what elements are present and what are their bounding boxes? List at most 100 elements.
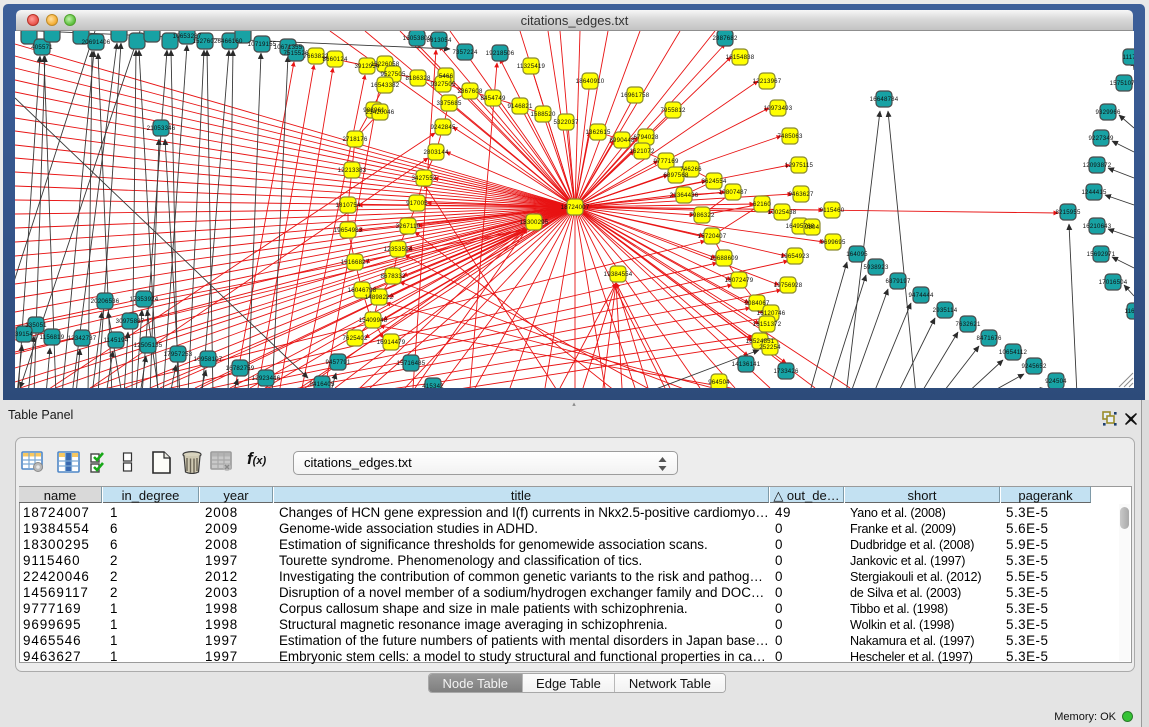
svg-text:18072479: 18072479 (725, 277, 754, 284)
svg-text:405571: 405571 (31, 44, 53, 51)
svg-text:39154: 39154 (15, 331, 33, 338)
svg-text:20691406: 20691406 (82, 39, 111, 46)
svg-text:18640910: 18640910 (576, 78, 605, 85)
svg-text:9115460: 9115460 (820, 207, 845, 214)
svg-text:9463627: 9463627 (788, 191, 814, 198)
svg-text:9777169: 9777169 (653, 158, 679, 165)
svg-text:8215955: 8215955 (1055, 209, 1081, 216)
svg-text:12353594: 12353594 (384, 246, 413, 253)
svg-text:16210643: 16210643 (1083, 223, 1112, 230)
svg-text:16914479: 16914479 (377, 339, 406, 346)
svg-text:14898222: 14898222 (365, 294, 394, 301)
svg-text:8678332: 8678332 (380, 273, 406, 280)
svg-text:62160: 62160 (753, 201, 771, 208)
svg-text:924504: 924504 (1045, 378, 1067, 385)
svg-text:15716485: 15716485 (397, 360, 426, 367)
svg-text:9084067: 9084067 (744, 300, 770, 307)
svg-text:17957253: 17957253 (164, 351, 193, 358)
svg-text:8660124: 8660124 (322, 56, 348, 63)
svg-text:10025438: 10025438 (768, 209, 797, 216)
svg-text:10958107: 10958107 (194, 356, 223, 363)
svg-text:11174: 11174 (1122, 54, 1134, 61)
svg-text:20206536: 20206536 (91, 298, 120, 305)
svg-text:18724007: 18724007 (561, 204, 590, 211)
svg-text:7625402: 7625402 (342, 335, 368, 342)
svg-text:1621072: 1621072 (629, 148, 655, 155)
svg-text:21053346: 21053346 (147, 125, 176, 132)
svg-text:9416405: 9416405 (309, 381, 335, 388)
svg-text:415342: 415342 (422, 383, 444, 388)
svg-text:19384554: 19384554 (604, 271, 633, 278)
svg-text:9474444: 9474444 (908, 292, 934, 299)
svg-text:10973493: 10973493 (764, 105, 793, 112)
svg-text:19654923: 19654923 (781, 253, 810, 260)
svg-text:5938923: 5938923 (863, 264, 889, 271)
svg-text:19218506: 19218506 (486, 50, 515, 57)
svg-text:16046798: 16046798 (348, 287, 377, 294)
svg-text:9527505: 9527505 (380, 71, 406, 78)
svg-text:17016504: 17016504 (1099, 279, 1128, 286)
svg-text:14136141: 14136141 (732, 361, 761, 368)
svg-text:21364436: 21364436 (670, 192, 699, 199)
svg-text:335051: 335051 (25, 322, 47, 329)
svg-text:9227349: 9227349 (1088, 135, 1114, 142)
svg-text:12213383: 12213383 (338, 167, 367, 174)
svg-text:1244415: 1244415 (1081, 189, 1107, 196)
svg-text:8186328: 8186328 (405, 75, 431, 82)
svg-text:12342737: 12342737 (68, 335, 97, 342)
svg-text:2887682: 2887682 (712, 35, 738, 42)
svg-text:19166827: 19166827 (341, 259, 370, 266)
svg-text:1588520: 1588520 (530, 111, 556, 118)
svg-text:17353924: 17353924 (130, 296, 159, 303)
svg-text:252254: 252254 (759, 344, 781, 351)
svg-text:8454749: 8454749 (480, 95, 506, 102)
svg-text:16782759: 16782759 (226, 365, 255, 372)
svg-text:16961758: 16961758 (621, 92, 650, 99)
svg-text:2718176: 2718176 (342, 136, 368, 143)
svg-text:5466: 5466 (439, 73, 454, 80)
svg-text:1145194: 1145194 (104, 337, 129, 344)
svg-text:18300295: 18300295 (520, 219, 549, 226)
svg-text:9242845: 9242845 (430, 124, 456, 131)
svg-text:12975115: 12975115 (785, 162, 814, 169)
svg-text:12505135: 12505135 (134, 342, 163, 349)
svg-text:9457791: 9457791 (325, 359, 351, 366)
svg-text:10807487: 10807487 (719, 189, 748, 196)
svg-text:11325419: 11325419 (517, 63, 546, 70)
svg-text:7632621: 7632621 (955, 321, 981, 328)
svg-text:8471676: 8471676 (976, 335, 1002, 342)
svg-text:15751074: 15751074 (1110, 80, 1134, 87)
svg-text:12923446: 12923446 (252, 375, 281, 382)
svg-text:19756928: 19756928 (774, 282, 803, 289)
svg-text:16154838: 16154838 (726, 54, 755, 61)
svg-text:2935114: 2935114 (933, 307, 958, 314)
svg-text:116753: 116753 (1124, 308, 1134, 315)
svg-text:3375685: 3375685 (436, 100, 462, 107)
svg-text:1527602: 1527602 (192, 38, 218, 45)
svg-text:15409948: 15409948 (359, 317, 388, 324)
svg-text:3624554: 3624554 (701, 178, 727, 185)
svg-text:9804: 9804 (805, 224, 820, 231)
svg-text:5322037: 5322037 (553, 119, 579, 126)
svg-text:2803144: 2803144 (423, 149, 449, 156)
svg-text:9245652: 9245652 (1021, 363, 1047, 370)
svg-text:10654112: 10654112 (999, 349, 1028, 356)
svg-text:7357224: 7357224 (452, 49, 478, 56)
svg-text:12213967: 12213967 (753, 78, 782, 85)
svg-text:9329966: 9329966 (1095, 109, 1121, 116)
svg-text:3267110: 3267110 (396, 223, 421, 230)
svg-text:16151372: 16151372 (753, 321, 782, 328)
svg-text:6794028: 6794028 (633, 134, 659, 141)
svg-text:917005: 917005 (406, 200, 428, 207)
svg-text:164095: 164095 (846, 251, 868, 258)
svg-text:30975887: 30975887 (116, 318, 145, 325)
svg-text:7485063: 7485063 (777, 133, 803, 140)
svg-text:16648784: 16648784 (870, 96, 899, 103)
svg-text:3427552: 3427552 (411, 175, 437, 182)
svg-text:9699695: 9699695 (820, 239, 846, 246)
svg-text:1156819: 1156819 (40, 334, 65, 341)
svg-text:1362615: 1362615 (585, 129, 611, 136)
svg-text:6897568: 6897568 (663, 172, 689, 179)
svg-text:6466160: 6466160 (217, 38, 243, 45)
svg-text:10688609: 10688609 (710, 255, 739, 262)
